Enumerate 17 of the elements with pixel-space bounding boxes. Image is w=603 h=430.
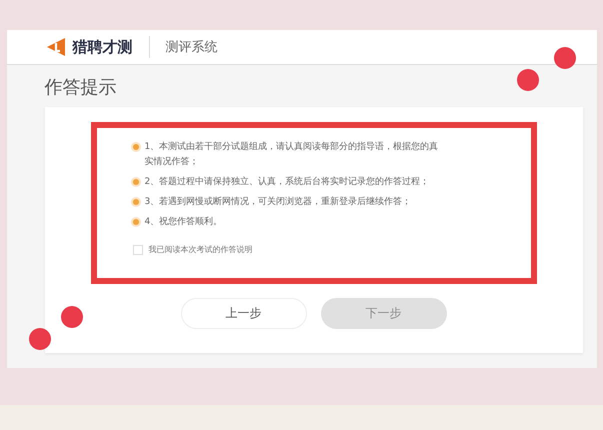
bullet-icon: [132, 219, 138, 225]
bullet-icon: [132, 144, 138, 150]
checkbox[interactable]: [132, 244, 142, 254]
system-name: 测评系统: [166, 39, 218, 56]
instruction-text: 2、答题过程中请保持独立、认真，系统后台将实时记录您的作答过程；: [144, 176, 430, 189]
back-button[interactable]: 上一步: [180, 298, 306, 329]
instruction-text: 1、本测试由若干部分试题组成，请认真阅读每部分的指导语，根据您的真实情况作答；: [144, 140, 440, 169]
instruction-text: 3、若遇到网慢或断网情况，可关闭浏览器，重新登录后继续作答；: [144, 196, 412, 209]
logo-text: 猎聘才测: [72, 38, 132, 56]
bullet-icon: [132, 199, 138, 205]
checkbox-label[interactable]: 我已阅读本次考试的作答说明: [148, 244, 252, 255]
page-title: 作答提示: [44, 76, 116, 100]
marker-dot: [516, 69, 538, 91]
marker-dot: [28, 328, 50, 350]
logo-icon: [44, 36, 66, 58]
instruction-text: 4、祝您作答顺利。: [144, 216, 224, 229]
bullet-icon: [132, 179, 138, 185]
